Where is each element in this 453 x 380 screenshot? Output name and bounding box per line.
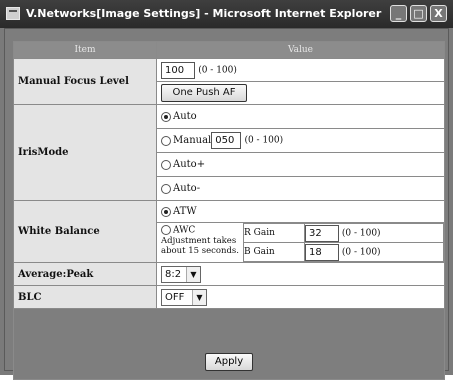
ie-app-icon [6,7,20,20]
iris-auto-label: Auto [173,111,197,122]
close-button[interactable]: X [430,5,447,22]
manual-focus-label: Manual Focus Level [13,58,157,105]
blc-select[interactable]: OFF ▼ [161,288,207,306]
browser-window: V.Networks[Image Settings] - Microsoft I… [0,0,453,380]
manual-focus-input[interactable]: 100 [161,61,195,79]
average-peak-label: Average:Peak [13,262,157,286]
iris-auto-plus-radio[interactable] [161,159,171,170]
title-bar: V.Networks[Image Settings] - Microsoft I… [0,0,453,28]
iris-auto-radio[interactable] [161,111,171,122]
iris-manual-label: Manual [173,135,212,146]
window-title: V.Networks[Image Settings] - Microsoft I… [26,7,382,20]
page-content: Item Value Manual Focus Level 100 (0 - 1… [4,28,449,380]
r-gain-input[interactable]: 32 [305,224,339,242]
b-gain-label: B Gain [243,242,305,262]
iris-auto-minus-label: Auto- [173,183,201,194]
manual-focus-range: (0 - 100) [198,65,237,75]
b-gain-range: (0 - 100) [341,247,381,257]
column-header-value: Value [156,41,445,59]
white-balance-label: White Balance [13,200,157,263]
iris-manual-range: (0 - 100) [244,135,284,146]
average-peak-value: 8:2 [165,268,182,280]
blc-label: BLC [13,285,157,309]
wb-awc-note-line2: about 15 seconds. [161,245,239,256]
image-settings-table: Item Value Manual Focus Level 100 (0 - 1… [13,41,445,380]
wb-awc-note-line1: Adjustment takes [161,235,237,246]
form-footer: Apply [13,308,445,380]
iris-auto-minus-radio[interactable] [161,183,171,194]
chevron-down-icon[interactable]: ▼ [186,266,200,282]
iris-mode-label: IrisMode [13,104,157,201]
apply-button[interactable]: Apply [205,353,253,371]
chevron-down-icon[interactable]: ▼ [192,289,206,305]
average-peak-select[interactable]: 8:2 ▼ [161,265,201,283]
wb-atw-label: ATW [173,206,197,217]
wb-gain-table: R Gain 32 (0 - 100) B Gain 18 (0 - 100) [243,223,444,262]
minimize-button[interactable]: _ [390,5,407,22]
one-push-af-button[interactable]: One Push AF [161,84,247,102]
r-gain-range: (0 - 100) [341,228,381,238]
iris-manual-input[interactable]: 050 [211,132,242,149]
wb-atw-radio[interactable] [161,206,171,217]
iris-manual-radio[interactable] [161,135,171,146]
b-gain-input[interactable]: 18 [305,243,339,261]
blc-value: OFF [165,291,185,303]
iris-auto-plus-label: Auto+ [173,159,206,170]
column-header-item: Item [13,41,157,59]
r-gain-label: R Gain [243,223,305,243]
maximize-button[interactable]: □ [410,5,427,22]
wb-awc-radio[interactable] [161,225,171,235]
wb-awc-label: AWC [173,225,196,236]
